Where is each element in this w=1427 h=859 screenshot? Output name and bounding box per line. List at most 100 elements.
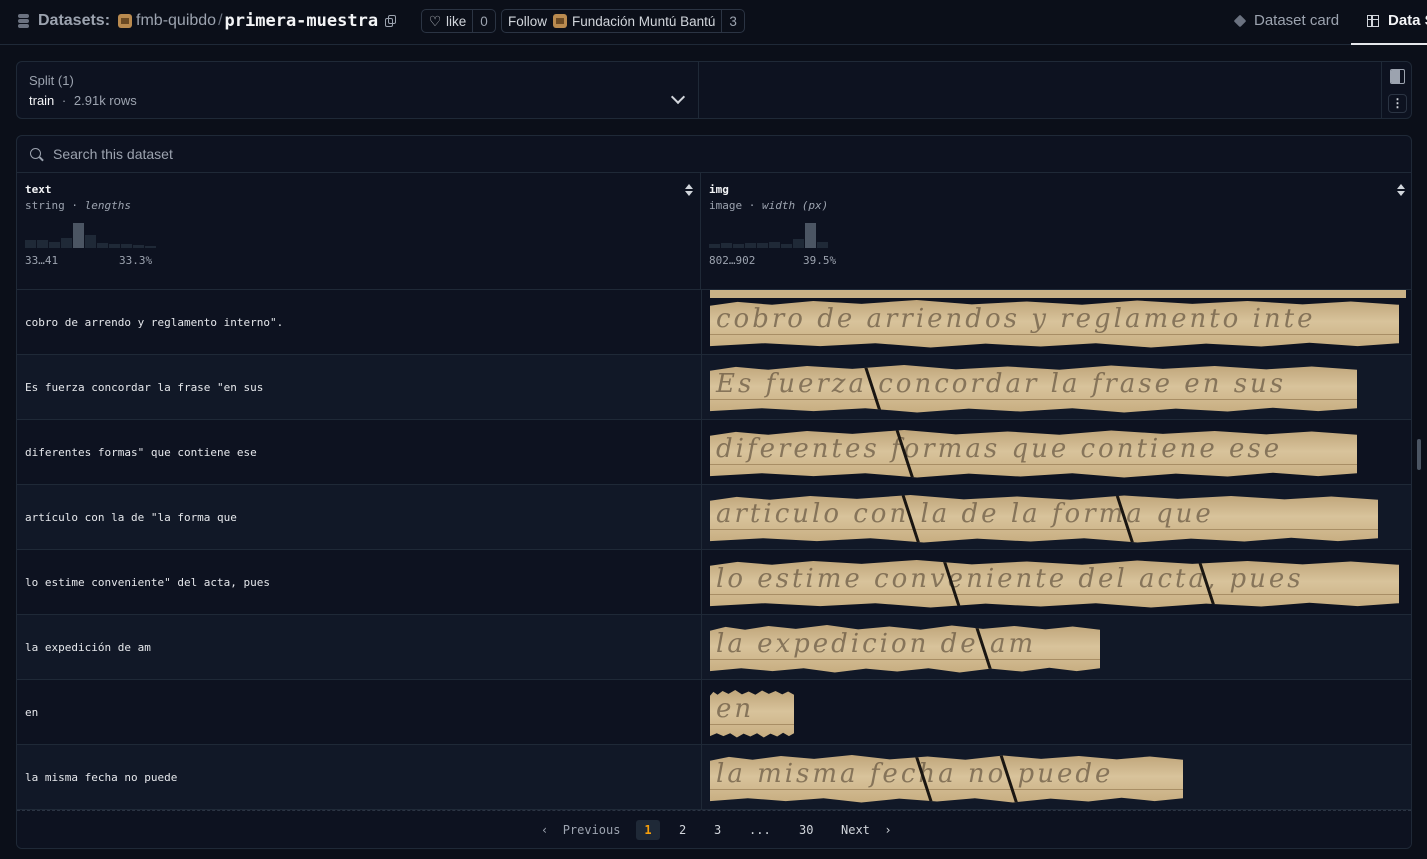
histogram-bar[interactable] — [133, 245, 144, 248]
histogram[interactable] — [709, 223, 841, 248]
ruled-line — [710, 659, 1100, 660]
page-2-button[interactable]: 2 — [679, 820, 686, 840]
histogram-percent-label: 33.3% — [119, 254, 153, 267]
page-1-button[interactable]: 1 — [636, 820, 660, 840]
ruled-line — [710, 789, 1183, 790]
handwriting-ink: lo estime conveniente del acta, pues — [716, 564, 1304, 594]
histogram-bar[interactable] — [25, 240, 36, 248]
page-3-button[interactable]: 3 — [714, 820, 721, 840]
table-row[interactable]: lo estime conveniente" del acta, pues lo … — [17, 550, 1411, 615]
text-cell: lo estime conveniente" del acta, pues — [25, 576, 271, 589]
datasets-label[interactable]: Datasets: — [38, 12, 110, 30]
toggle-panel-icon[interactable] — [1390, 69, 1405, 84]
breadcrumb-separator: / — [218, 12, 223, 29]
table-icon — [1367, 14, 1379, 27]
sort-icon[interactable] — [685, 184, 694, 196]
ruled-line — [710, 334, 1399, 335]
histogram-bar[interactable] — [745, 243, 756, 248]
table-row[interactable]: diferentes formas" que contiene ese difer… — [17, 420, 1411, 485]
sort-icon[interactable] — [1397, 184, 1406, 196]
text-cell: cobro de arrendo y reglamento interno". — [25, 316, 284, 329]
more-options-icon[interactable]: ⋮ — [1388, 94, 1407, 113]
histogram-bar[interactable] — [757, 243, 768, 248]
table-body: cobro de arrendo y reglamento interno". c… — [17, 290, 1411, 810]
histogram-bar[interactable] — [793, 239, 804, 248]
tab-data-studio[interactable]: Data S — [1367, 12, 1427, 29]
histogram[interactable] — [25, 223, 157, 248]
histogram-bar[interactable] — [73, 223, 84, 248]
split-value: train · 2.91k rows — [29, 93, 137, 108]
histogram-bar[interactable] — [769, 242, 780, 248]
handwriting-image[interactable]: cobro de arriendos y reglamento inte — [710, 300, 1399, 348]
handwriting-image[interactable]: la expedicion de am — [710, 625, 1100, 673]
tab-dataset-card[interactable]: Dataset card — [1233, 12, 1339, 29]
handwriting-image[interactable]: articulo con la de la forma que — [710, 495, 1378, 543]
histogram-bar[interactable] — [121, 244, 132, 248]
split-selector[interactable]: Split (1) train · 2.91k rows — [17, 62, 699, 118]
repo-name[interactable]: primera-muestra — [225, 11, 379, 31]
histogram-bar[interactable] — [145, 246, 156, 248]
histogram-bar[interactable] — [61, 238, 72, 248]
page-30-button[interactable]: 30 — [799, 820, 813, 840]
scrollbar-thumb[interactable] — [1417, 439, 1421, 470]
handwriting-ink: cobro de arriendos y reglamento inte — [716, 304, 1316, 334]
table-row[interactable]: en en — [17, 680, 1411, 745]
top-bar: Datasets: fmb-quibdo / primera-muestra ♡… — [0, 0, 1427, 45]
org-link[interactable]: fmb-quibdo — [136, 12, 216, 30]
breadcrumb: Datasets: fmb-quibdo / primera-muestra — [18, 10, 397, 32]
handwriting-image[interactable]: en — [710, 690, 794, 738]
pagination: ‹ Previous 1 2 3 ... 30 Next › — [17, 810, 1411, 848]
histogram-bar[interactable] — [733, 244, 744, 248]
copy-icon[interactable] — [385, 14, 397, 28]
previous-page-button[interactable]: ‹ Previous — [541, 820, 620, 840]
text-cell: la expedición de am — [25, 641, 151, 654]
next-label: Next — [841, 823, 870, 837]
column-header-text: text string · lengths 33…41 33.3% — [17, 173, 701, 290]
column-stat-name: lengths — [84, 199, 131, 212]
table-row[interactable]: cobro de arrendo y reglamento interno". c… — [17, 290, 1411, 355]
histogram-range-label: 802…902 — [709, 254, 756, 267]
handwriting-image[interactable]: la misma fecha no puede — [710, 755, 1183, 803]
column-divider — [701, 420, 702, 485]
handwriting-image[interactable]: lo estime conveniente del acta, pues — [710, 560, 1399, 608]
column-divider — [701, 290, 702, 355]
histogram-bar[interactable] — [805, 223, 816, 248]
text-cell: Es fuerza concordar la frase "en sus — [25, 381, 264, 394]
table-row[interactable]: la expedición de am la expedicion de am — [17, 615, 1411, 680]
table-row[interactable]: la misma fecha no puede la misma fecha no… — [17, 745, 1411, 810]
next-page-button[interactable]: Next › — [841, 820, 892, 840]
histogram-bar[interactable] — [721, 243, 732, 248]
follow-button[interactable]: Follow Fundación Muntú Bantú 3 — [501, 9, 745, 33]
text-cell: diferentes formas" que contiene ese — [25, 446, 257, 459]
search-input[interactable] — [53, 144, 653, 164]
table-row[interactable]: Es fuerza concordar la frase "en sus Es f… — [17, 355, 1411, 420]
like-count: 0 — [472, 10, 495, 32]
histogram-bar[interactable] — [781, 244, 792, 248]
column-type: string · lengths — [25, 199, 131, 212]
follow-org-avatar-icon — [553, 14, 568, 28]
column-divider — [701, 680, 702, 745]
split-separator: · — [61, 93, 67, 108]
histogram-bar[interactable] — [49, 242, 60, 248]
chevron-down-icon[interactable] — [670, 89, 686, 105]
histogram-bar[interactable] — [109, 244, 120, 248]
previous-label: Previous — [562, 823, 621, 837]
split-title: Split (1) — [29, 73, 74, 88]
histogram-bar[interactable] — [709, 244, 720, 248]
histogram-bar[interactable] — [97, 243, 108, 248]
follow-label: Follow — [508, 13, 548, 29]
split-name: train — [29, 93, 55, 108]
column-type-name: string — [25, 199, 65, 212]
handwriting-image[interactable]: Es fuerza concordar la frase en sus — [710, 365, 1357, 413]
column-divider — [701, 485, 702, 550]
follow-count: 3 — [721, 10, 744, 32]
table-row[interactable]: artículo con la de "la forma que articulo… — [17, 485, 1411, 550]
histogram-bar[interactable] — [817, 242, 828, 248]
column-header-img: img image · width (px) 802…902 39.5% — [701, 173, 1411, 290]
histogram-bar[interactable] — [37, 240, 48, 248]
ruled-line — [710, 464, 1357, 465]
histogram-bar[interactable] — [85, 235, 96, 248]
handwriting-image[interactable]: diferentes formas que contiene ese — [710, 430, 1357, 478]
column-divider — [701, 745, 702, 810]
like-button[interactable]: ♡ like 0 — [421, 9, 496, 33]
